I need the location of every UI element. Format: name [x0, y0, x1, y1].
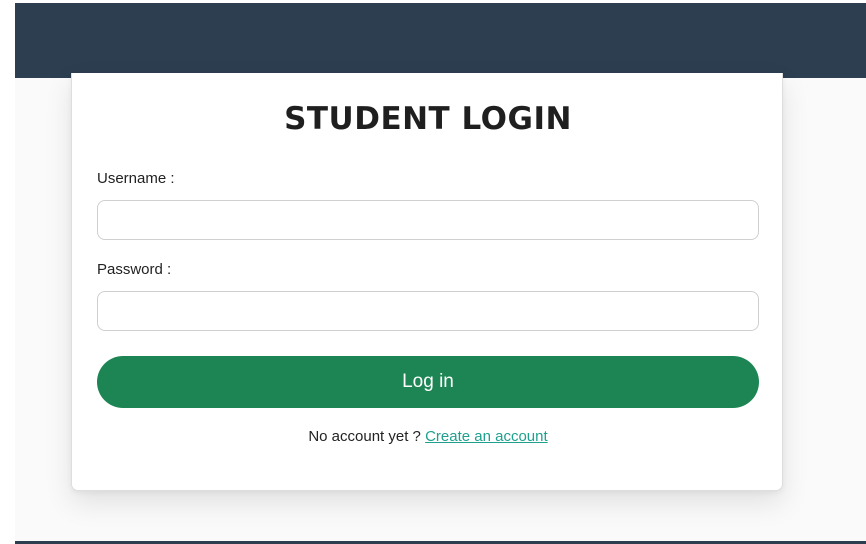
username-input[interactable] [97, 200, 759, 240]
password-input[interactable] [97, 291, 759, 331]
username-label: Username : [97, 170, 175, 187]
signup-row: No account yet ? Create an account [72, 428, 784, 445]
signup-prompt: No account yet ? [308, 428, 421, 445]
create-account-link[interactable]: Create an account [425, 428, 548, 445]
login-button[interactable]: Log in [97, 356, 759, 408]
password-label: Password : [97, 261, 172, 278]
page-viewport: STUDENT LOGIN Username : Password : Log … [15, 3, 866, 541]
page-title: STUDENT LOGIN [284, 101, 572, 137]
top-header-bar [15, 3, 866, 78]
login-card: STUDENT LOGIN Username : Password : Log … [71, 73, 783, 491]
